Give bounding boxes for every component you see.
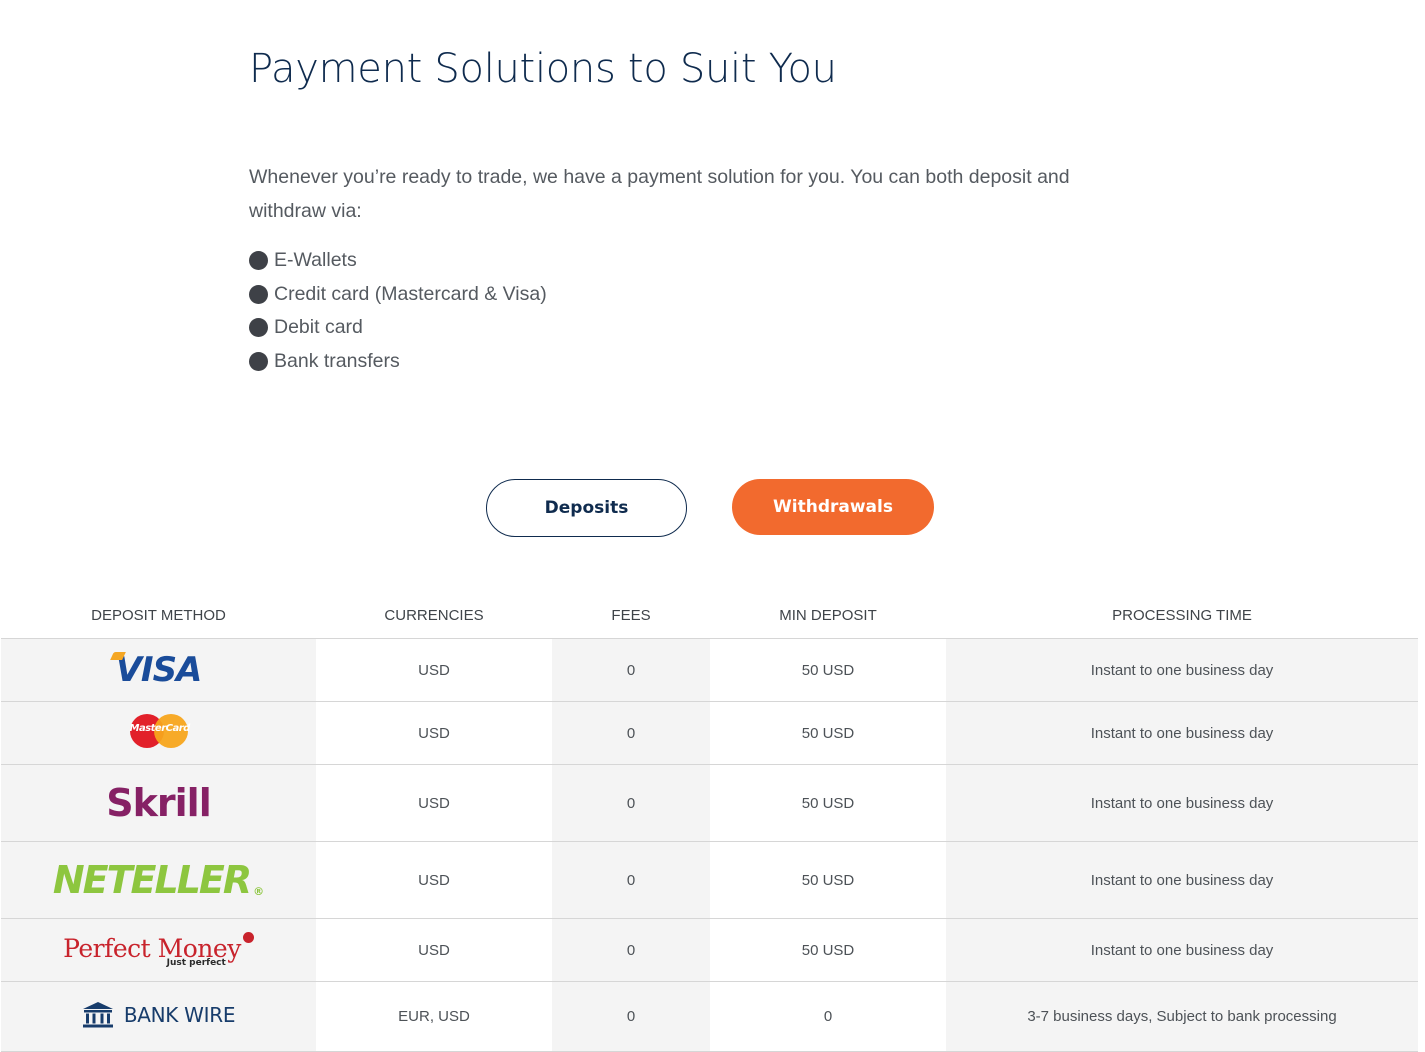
intro-text: Whenever you’re ready to trade, we have … [249, 166, 1070, 222]
page-title: Payment Solutions to Suit You [249, 46, 837, 92]
processing-time-cell: Instant to one business day [946, 841, 1418, 919]
deposits-button[interactable]: Deposits [486, 479, 687, 537]
method-cell: VISA [1, 638, 316, 702]
fees-cell: 0 [552, 764, 710, 842]
fees-cell: 0 [552, 981, 710, 1052]
currencies-cell: EUR, USD [316, 981, 552, 1052]
processing-time-cell: Instant to one business day [946, 764, 1418, 842]
table-row: Skrill USD 0 50 USD Instant to one busin… [1, 764, 1418, 842]
table-row: BANK WIRE EUR, USD 0 0 3-7 business days… [1, 981, 1418, 1052]
processing-time-cell: Instant to one business day [946, 638, 1418, 702]
min-deposit-cell: 50 USD [710, 638, 946, 702]
bullet-icon [249, 352, 268, 372]
fees-cell: 0 [552, 638, 710, 702]
currencies-cell: USD [316, 841, 552, 919]
processing-time-cell: 3-7 business days, Subject to bank proce… [946, 981, 1418, 1052]
mastercard-logo: MasterCard [129, 714, 190, 748]
list-item: Debit card [249, 311, 547, 345]
list-item-label: Credit card (Mastercard & Visa) [274, 282, 547, 305]
fees-cell: 0 [552, 701, 710, 765]
min-deposit-cell: 50 USD [710, 841, 946, 919]
min-deposit-cell: 50 USD [710, 764, 946, 842]
payment-methods-list: E-Wallets Credit card (Mastercard & Visa… [249, 244, 547, 378]
table-row: NETELLER ® USD 0 50 USD Instant to one bu… [1, 841, 1418, 919]
bullet-icon [249, 318, 268, 338]
method-cell: BANK WIRE [1, 981, 316, 1052]
bullet-icon [249, 284, 268, 304]
payment-methods-table: DEPOSIT METHOD CURRENCIES FEES MIN DEPOS… [1, 592, 1418, 1052]
list-item-label: Bank transfers [274, 350, 400, 373]
header-min-deposit: MIN DEPOSIT [710, 592, 946, 639]
method-cell: NETELLER ® [1, 841, 316, 919]
withdrawals-button[interactable]: Withdrawals [732, 479, 934, 535]
neteller-logo: NETELLER ® [52, 858, 265, 902]
bank-building-icon [82, 1001, 113, 1027]
method-cell: Perfect Money Just perfect [1, 918, 316, 982]
list-item: E-Wallets [249, 244, 547, 278]
list-item: Credit card (Mastercard & Visa) [249, 278, 547, 312]
currencies-cell: USD [316, 638, 552, 702]
skrill-logo: Skrill [106, 781, 211, 825]
min-deposit-cell: 50 USD [710, 701, 946, 765]
currencies-cell: USD [316, 701, 552, 765]
processing-time-cell: Instant to one business day [946, 701, 1418, 765]
currencies-cell: USD [316, 918, 552, 982]
fees-cell: 0 [552, 918, 710, 982]
currencies-cell: USD [316, 764, 552, 842]
min-deposit-cell: 0 [710, 981, 946, 1052]
method-cell: Skrill [1, 764, 316, 842]
table-header-row: DEPOSIT METHOD CURRENCIES FEES MIN DEPOS… [1, 592, 1418, 639]
bullet-icon [249, 251, 268, 271]
header-currencies: CURRENCIES [316, 592, 552, 639]
fees-cell: 0 [552, 841, 710, 919]
table-row: Perfect Money Just perfect USD 0 50 USD … [1, 918, 1418, 982]
header-deposit-method: DEPOSIT METHOD [1, 592, 316, 639]
list-item: Bank transfers [249, 345, 547, 379]
table-row: MasterCard USD 0 50 USD Instant to one b… [1, 701, 1418, 765]
visa-logo: VISA [109, 650, 202, 690]
header-processing-time: PROCESSING TIME [946, 592, 1418, 639]
list-item-label: E-Wallets [274, 249, 357, 272]
bank-wire-logo: BANK WIRE [82, 1001, 235, 1029]
table-row: VISA USD 0 50 USD Instant to one busines… [1, 638, 1418, 702]
min-deposit-cell: 50 USD [710, 918, 946, 982]
method-cell: MasterCard [1, 701, 316, 765]
header-fees: FEES [552, 592, 710, 639]
processing-time-cell: Instant to one business day [946, 918, 1418, 982]
list-item-label: Debit card [274, 316, 363, 339]
perfect-money-logo: Perfect Money Just perfect [63, 931, 254, 968]
